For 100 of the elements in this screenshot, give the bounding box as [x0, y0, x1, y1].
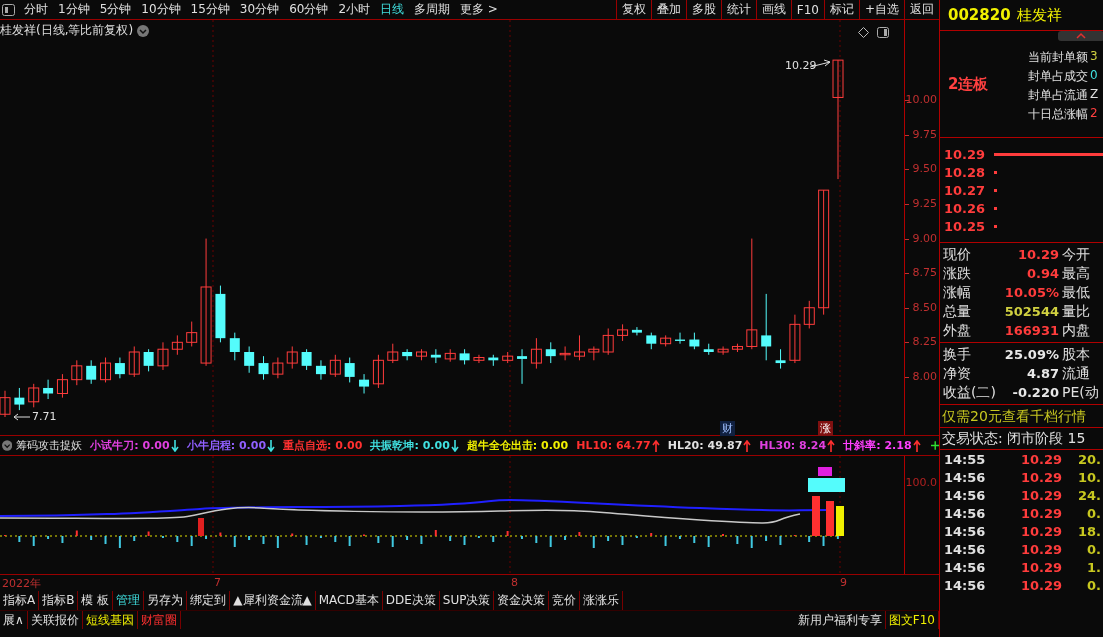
- candle: [387, 343, 399, 364]
- indicator-tab[interactable]: 资金决策: [494, 591, 550, 610]
- indicator-value: HL20: 49.87: [667, 439, 743, 452]
- seal-label: 封单占流通: [1028, 87, 1088, 104]
- diamond-icon[interactable]: [858, 27, 869, 38]
- add-icon[interactable]: [930, 441, 939, 450]
- indicator-bar: [492, 536, 495, 542]
- period-tab[interactable]: 15分钟: [185, 1, 235, 18]
- period-tab[interactable]: 1分钟: [53, 1, 95, 18]
- candle: [459, 348, 470, 365]
- pointer-arrow: [13, 413, 31, 421]
- period-tab[interactable]: 60分钟: [284, 1, 334, 18]
- candle: [359, 373, 370, 394]
- indicator-tab[interactable]: 模 板: [78, 591, 114, 610]
- indicator-bar: [650, 533, 653, 536]
- candle: [789, 314, 801, 364]
- indicator-tab[interactable]: 指标A: [0, 591, 40, 610]
- indicator-bar: [607, 536, 610, 541]
- indicator-bar: [75, 530, 78, 536]
- indicator-bar: [32, 536, 35, 546]
- indicator-value: 超牛全仓出击: 0.00: [466, 438, 569, 453]
- candle: [402, 348, 413, 361]
- candle: [761, 293, 772, 361]
- trade-volume: 24.: [1076, 487, 1102, 503]
- candle: [301, 348, 312, 371]
- indicator-bar: [449, 536, 452, 541]
- quote-value: -0.220: [1011, 385, 1059, 400]
- indicator-bar: [47, 536, 50, 539]
- indicator-bar: [377, 536, 380, 543]
- signal-bar: [812, 496, 820, 536]
- indicator-value: 共振乾坤: 0.00: [370, 438, 450, 453]
- indicator-tab[interactable]: 竞价: [549, 591, 581, 610]
- indicator-tab[interactable]: 涨涨乐: [580, 591, 624, 610]
- indicator-tab[interactable]: 指标B: [39, 591, 79, 610]
- quote-value: 10.05%: [1003, 285, 1059, 300]
- indicator-bar: [592, 536, 595, 548]
- candle: [689, 332, 700, 350]
- indicator-bar: [664, 536, 667, 546]
- indicator-bar: [233, 536, 236, 547]
- candle: [157, 341, 169, 371]
- date-label: 9: [840, 576, 847, 589]
- candle: [43, 379, 54, 400]
- candle: [430, 348, 441, 364]
- indicator-value: 重点自选: 0.00: [283, 438, 363, 453]
- date-label: 2022年: [2, 576, 41, 591]
- bid-volume-bar: [994, 224, 997, 228]
- period-tab[interactable]: 分时: [19, 1, 53, 18]
- indicator-bar: [564, 536, 567, 540]
- price-tick: 8.75: [912, 266, 937, 280]
- bid-price: 10.25: [944, 218, 984, 234]
- candle: [416, 348, 427, 361]
- dropdown-icon[interactable]: [2, 440, 13, 451]
- indicator-name: 筹码攻击捉妖: [16, 438, 83, 453]
- indicator-tab[interactable]: 绑定到: [187, 591, 231, 610]
- period-tab[interactable]: 更多 >: [455, 1, 503, 18]
- signal-bar: [836, 506, 844, 536]
- period-tab[interactable]: 多周期: [409, 1, 456, 18]
- candle: [588, 345, 600, 361]
- period-tab[interactable]: 5分钟: [94, 1, 137, 18]
- period-tab[interactable]: 2小时: [333, 1, 376, 18]
- quote-label: 内盘: [1061, 321, 1090, 340]
- period-tab[interactable]: 30分钟: [234, 1, 285, 18]
- indicator-bar: [319, 536, 322, 538]
- quote-value: 4.87: [1025, 366, 1059, 381]
- event-marker[interactable]: 涨: [818, 421, 833, 436]
- trade-price: 10.29: [1019, 577, 1062, 593]
- indicator-bar: [434, 530, 437, 536]
- quote-value: 10.29: [1016, 247, 1059, 262]
- period-tab[interactable]: 10分钟: [136, 1, 186, 18]
- indicator-value: 廿斜率: 2.18: [843, 438, 912, 453]
- candle: [171, 334, 183, 356]
- indicator-bar: [104, 536, 107, 544]
- indicator-bar: [535, 536, 538, 543]
- seal-value: 3: [1090, 49, 1098, 65]
- panel-tab[interactable]: 展∧: [0, 611, 28, 629]
- candle: [631, 326, 642, 336]
- event-marker[interactable]: 财: [720, 421, 735, 436]
- quote-value: 166931: [1003, 323, 1059, 338]
- candle: [545, 341, 556, 364]
- indicator-bar: [61, 536, 64, 543]
- panel-toggle-icon[interactable]: [2, 3, 15, 16]
- dropdown-icon[interactable]: [137, 24, 150, 37]
- indicator-tab[interactable]: 管理: [113, 591, 145, 610]
- quote-label: 外盘: [942, 321, 972, 340]
- trade-price: 10.29: [1019, 469, 1062, 485]
- price-tick: 10.00: [905, 93, 937, 107]
- indicator-bar: [621, 536, 624, 545]
- indicator-bar: [291, 533, 294, 536]
- trade-volume: 0.: [1086, 577, 1102, 593]
- trade-time: 14:56: [943, 487, 987, 503]
- indicator-bar: [678, 536, 681, 539]
- candle: [215, 285, 226, 343]
- panel-toggle-icon[interactable]: [877, 27, 889, 38]
- indicator-tab[interactable]: ▲犀利资金流▲: [230, 591, 316, 610]
- indicator-bar: [205, 536, 208, 539]
- trade-volume: 20.: [1076, 451, 1102, 467]
- seal-value: 2: [1090, 106, 1098, 122]
- promo-banner[interactable]: 仅需20元查看千档行情: [940, 405, 1103, 428]
- period-tab[interactable]: 日线: [375, 1, 410, 18]
- trade-price: 10.29: [1019, 487, 1062, 503]
